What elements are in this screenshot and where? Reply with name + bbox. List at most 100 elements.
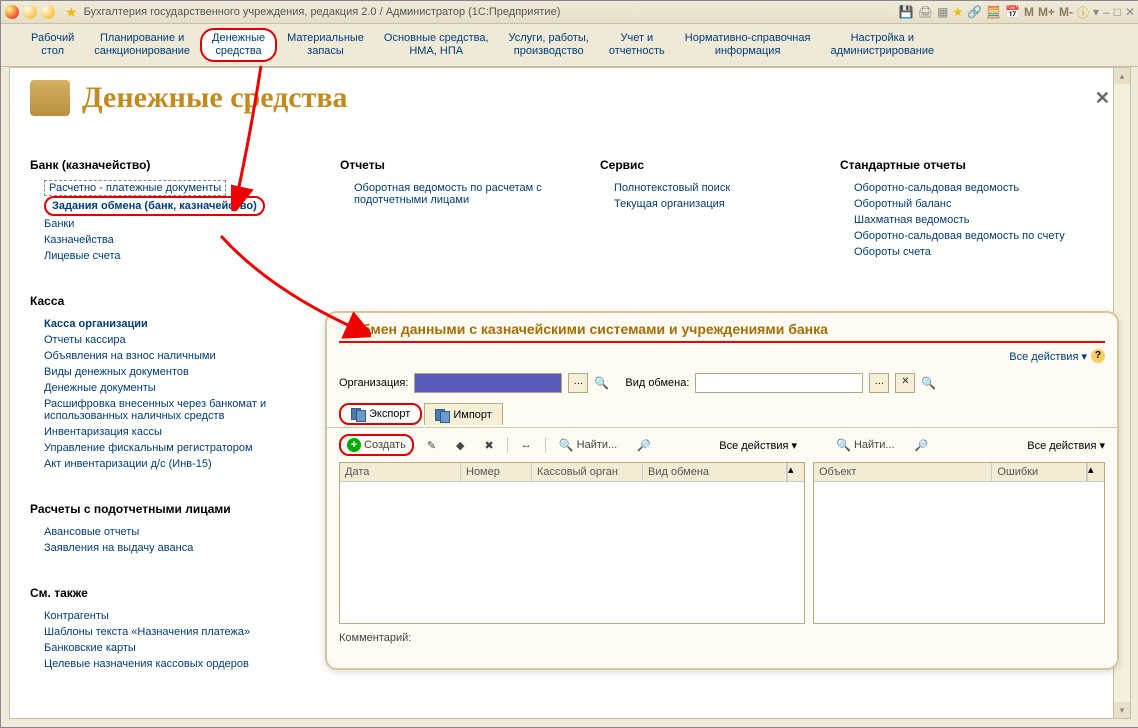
mark-button[interactable]: ◆	[449, 436, 471, 455]
col-errors[interactable]: Ошибки	[992, 463, 1087, 481]
link-bank-cards[interactable]: Банковские карты	[44, 640, 300, 656]
link-banks[interactable]: Банки	[44, 216, 300, 232]
grid-left-scrollbar[interactable]: ▴	[787, 463, 804, 481]
link-account-turnover[interactable]: Обороты счета	[854, 244, 1110, 260]
favorite-icon[interactable]: ★	[65, 4, 78, 21]
calc-icon[interactable]: 🧮	[986, 5, 1001, 19]
help-icon[interactable]: ?	[1091, 349, 1105, 363]
tab-export[interactable]: Экспорт	[339, 403, 422, 425]
col-object[interactable]: Объект	[814, 463, 992, 481]
save-icon[interactable]: 💾	[899, 5, 914, 19]
org-select-button[interactable]: …	[568, 373, 588, 393]
section-kassa-title: Касса	[30, 294, 300, 308]
menu-desktop[interactable]: Рабочий стол	[21, 28, 84, 62]
menu-accounting[interactable]: Учет и отчетность	[599, 28, 675, 62]
import-icon	[435, 408, 449, 422]
coins-icon	[30, 80, 70, 116]
menu-services[interactable]: Услуги, работы, производство	[499, 28, 599, 62]
link-treasuries[interactable]: Казначейства	[44, 232, 300, 248]
link-org-cash[interactable]: Касса организации	[44, 316, 300, 332]
section-service-title: Сервис	[600, 158, 800, 172]
section-sm-title: См. также	[30, 586, 300, 600]
minimize-icon[interactable]: –	[1103, 5, 1110, 19]
main-menu: Рабочий стол Планирование и санкциониров…	[1, 24, 1138, 67]
col-exchange-type[interactable]: Вид обмена	[643, 463, 787, 481]
page-title: Денежные средства	[82, 81, 348, 115]
close-icon[interactable]: ✕	[1125, 5, 1135, 19]
refresh-button[interactable]: ↔	[514, 436, 539, 454]
org-input[interactable]	[414, 373, 562, 393]
link-fulltext[interactable]: Полнотекстовый поиск	[614, 180, 800, 196]
link-payment-docs[interactable]: Расчетно - платежные документы	[44, 180, 226, 196]
link-cash-purposes[interactable]: Целевые назначения кассовых ордеров	[44, 656, 300, 672]
link-cash-inventory[interactable]: Инвентаризация кассы	[44, 424, 300, 440]
export-icon	[351, 407, 365, 421]
dropdown-icon[interactable]: ▾	[1093, 5, 1099, 19]
section-std-title: Стандартные отчеты	[840, 158, 1110, 172]
all-actions-right[interactable]: Все действия ▾	[1027, 439, 1105, 452]
link-osv-account[interactable]: Оборотно-сальдовая ведомость по счету	[854, 228, 1110, 244]
link-exchange-tasks[interactable]: Задания обмена (банк, казначейство)	[44, 196, 265, 216]
link-inv15[interactable]: Акт инвентаризации д/с (Инв-15)	[44, 456, 300, 472]
type-input[interactable]	[695, 373, 863, 393]
link-cash-deposit[interactable]: Объявления на взнос наличными	[44, 348, 300, 364]
col-date[interactable]: Дата	[340, 463, 461, 481]
close-page-icon[interactable]: ✕	[1095, 88, 1110, 109]
grid-left[interactable]: Дата Номер Кассовый орган Вид обмена ▴	[339, 462, 805, 624]
link-money-docs[interactable]: Денежные документы	[44, 380, 300, 396]
link-accounts[interactable]: Лицевые счета	[44, 248, 300, 264]
type-clear-button[interactable]: ✕	[895, 373, 915, 393]
col-cash-organ[interactable]: Кассовый орган	[532, 463, 643, 481]
tab-import[interactable]: Импорт	[424, 403, 502, 425]
link-money-doc-types[interactable]: Виды денежных документов	[44, 364, 300, 380]
find-button[interactable]: 🔍Найти...	[552, 435, 625, 455]
menu-planning[interactable]: Планирование и санкционирование	[84, 28, 200, 62]
menu-materials[interactable]: Материальные запасы	[277, 28, 374, 62]
menu-reference[interactable]: Нормативно-справочная информация	[675, 28, 821, 62]
col-number[interactable]: Номер	[461, 463, 532, 481]
panel-title: Обмен данными с казначейскими системами …	[339, 313, 1105, 343]
org-search-icon[interactable]: 🔍	[594, 376, 609, 390]
link-current-org[interactable]: Текущая организация	[614, 196, 800, 212]
org-label: Организация:	[339, 377, 408, 389]
link-fiscal[interactable]: Управление фискальным регистратором	[44, 440, 300, 456]
link-icon[interactable]: 🔗	[967, 5, 982, 19]
maximize-icon[interactable]: □	[1114, 5, 1121, 19]
grid-icon[interactable]: ▦	[937, 5, 948, 19]
all-actions-top[interactable]: Все действия ▾	[1009, 350, 1087, 363]
print-icon[interactable]: 🖨	[918, 5, 933, 19]
link-counterparties[interactable]: Контрагенты	[44, 608, 300, 624]
grid-right-scrollbar[interactable]: ▴	[1087, 463, 1104, 481]
star2-icon[interactable]: ★	[952, 5, 963, 19]
find-clear-button[interactable]: 🔎	[630, 436, 658, 455]
all-actions-left[interactable]: Все действия ▾	[719, 439, 797, 452]
edit-button[interactable]: ✎	[420, 436, 443, 455]
link-osv[interactable]: Оборотно-сальдовая ведомость	[854, 180, 1110, 196]
titlebar: ★ Бухгалтерия государственного учреждени…	[1, 1, 1138, 24]
menu-money[interactable]: Денежные средства	[200, 28, 277, 62]
link-turnover[interactable]: Оборотная ведомость по расчетам с подотч…	[354, 180, 560, 208]
type-select-button[interactable]: …	[869, 373, 889, 393]
link-chess[interactable]: Шахматная ведомость	[854, 212, 1110, 228]
link-templates[interactable]: Шаблоны текста «Назначения платежа»	[44, 624, 300, 640]
nav-back-icon[interactable]	[23, 5, 37, 19]
link-turnover-balance[interactable]: Оборотный баланс	[854, 196, 1110, 212]
m-button[interactable]: M	[1024, 5, 1034, 19]
create-button[interactable]: +Создать	[339, 434, 414, 456]
type-search-icon[interactable]: 🔍	[921, 376, 936, 390]
link-atm-breakdown[interactable]: Расшифровка внесенных через банкомат и и…	[44, 396, 300, 424]
link-cashier-reports[interactable]: Отчеты кассира	[44, 332, 300, 348]
link-advance-reports[interactable]: Авансовые отчеты	[44, 524, 300, 540]
m-plus-button[interactable]: M+	[1038, 5, 1055, 19]
info-icon[interactable]: ⓘ	[1077, 4, 1089, 21]
delete-button[interactable]: ✖	[478, 436, 501, 455]
find2-clear-button[interactable]: 🔎	[908, 436, 936, 455]
calendar-icon[interactable]: 📅	[1005, 5, 1020, 19]
menu-assets[interactable]: Основные средства, НМА, НПА	[374, 28, 499, 62]
grid-right[interactable]: Объект Ошибки ▴	[813, 462, 1105, 624]
menu-admin[interactable]: Настройка и администрирование	[820, 28, 944, 62]
nav-fwd-icon[interactable]	[41, 5, 55, 19]
m-minus-button[interactable]: M-	[1059, 5, 1073, 19]
find2-button[interactable]: 🔍Найти...	[829, 435, 902, 455]
link-advance-apps[interactable]: Заявления на выдачу аванса	[44, 540, 300, 556]
